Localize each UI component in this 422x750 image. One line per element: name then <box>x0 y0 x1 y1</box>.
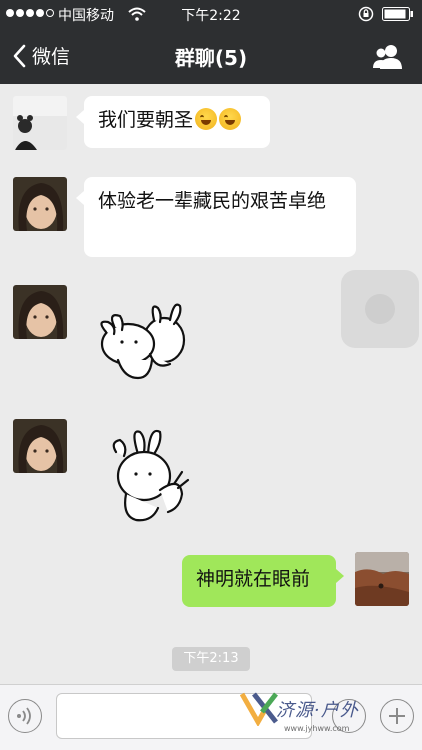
assistive-touch-button[interactable] <box>341 270 419 348</box>
voice-icon <box>17 707 31 725</box>
nav-bar: 微信 群聊(5) <box>0 28 422 84</box>
watermark-url: www.jyhww.com <box>284 724 350 733</box>
tears-of-joy-emoji-icon <box>195 108 218 130</box>
message-text: 体验老一辈藏民的艰苦卓绝 <box>98 190 327 212</box>
rotation-lock-icon <box>358 6 374 22</box>
timestamp-chip: 下午2:13 <box>172 647 250 671</box>
rabbit-wave-sticker[interactable] <box>108 424 192 524</box>
watermark-mark-icon <box>239 692 278 728</box>
avatar[interactable] <box>13 177 67 231</box>
status-bar: 中国移动 下午2:22 <box>0 0 422 28</box>
chat-screen: 中国移动 下午2:22 微信 群聊(5) 我们要朝圣 体验老一辈藏民的艰苦卓绝 … <box>0 0 422 750</box>
watermark-text: 济源·户外 <box>276 700 359 721</box>
avatar[interactable] <box>13 96 67 150</box>
rabbit-hug-sticker[interactable] <box>94 298 194 384</box>
message-text: 神明就在眼前 <box>196 568 311 590</box>
watermark-logo: 济源·户外 www.jyhww.com <box>239 690 400 740</box>
avatar[interactable] <box>13 419 67 473</box>
avatar[interactable] <box>13 285 67 339</box>
chat-title: 群聊(5) <box>174 46 248 70</box>
group-members-icon[interactable] <box>372 42 404 70</box>
message-text: 我们要朝圣 <box>98 109 194 131</box>
tears-of-joy-emoji-icon <box>219 108 242 130</box>
message-bubble[interactable]: 体验老一辈藏民的艰苦卓绝 <box>76 177 356 257</box>
message-bubble-sent[interactable]: 神明就在眼前 <box>182 555 344 607</box>
battery-icon <box>382 7 413 21</box>
voice-input-button[interactable] <box>8 699 42 733</box>
avatar-self[interactable] <box>355 552 409 606</box>
message-bubble[interactable]: 我们要朝圣 <box>76 96 270 148</box>
